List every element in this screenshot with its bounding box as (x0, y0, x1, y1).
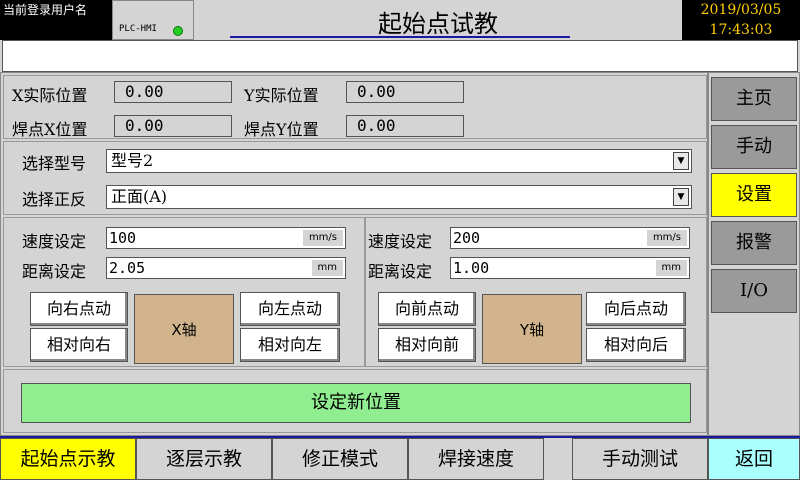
x-actual-label: X实际位置 (12, 86, 88, 105)
status-led-icon (173, 26, 183, 36)
nav-home-button[interactable]: 主页 (711, 77, 797, 121)
x-axis-block: X轴 (134, 294, 234, 364)
y-distance-label: 距离设定 (368, 262, 433, 281)
side-label: 选择正反 (22, 190, 87, 209)
title-area: 起始点试教 (194, 0, 682, 40)
page-title: 起始点试教 (378, 10, 498, 38)
y-speed-value: 200 (453, 229, 481, 247)
jog-forward-button[interactable]: 向前点动 (378, 292, 476, 326)
main-panel: X实际位置 0.00 Y实际位置 0.00 焊点X位置 0.00 焊点Y位置 0… (0, 72, 708, 436)
y-actual-label: Y实际位置 (244, 86, 319, 105)
y-speed-input[interactable]: 200 mm/s (450, 227, 690, 249)
weld-x-value[interactable]: 0.00 (114, 115, 232, 137)
jog-left-button[interactable]: 向左点动 (240, 292, 340, 326)
jog-right-button[interactable]: 向右点动 (30, 292, 128, 326)
model-select[interactable]: 型号2 ▼ (106, 149, 692, 173)
back-button[interactable]: 返回 (708, 438, 800, 480)
y-distance-unit: mm (655, 260, 687, 276)
nav-alarm-button[interactable]: 报警 (711, 221, 797, 265)
y-axis-panel: 速度设定 200 mm/s 距离设定 1.00 mm 向前点动 相对向前 Y轴 … (365, 217, 707, 367)
tab-welding-speed[interactable]: 焊接速度 (408, 438, 544, 480)
current-user-label: 当前登录用户名 (0, 0, 112, 40)
model-select-value: 型号2 (111, 151, 154, 170)
relative-back-button[interactable]: 相对向后 (586, 328, 686, 362)
x-actual-value: 0.00 (114, 81, 232, 103)
x-distance-label: 距离设定 (22, 262, 87, 281)
selection-section: 选择型号 型号2 ▼ 选择正反 正面(A) ▼ (3, 141, 707, 215)
datetime-display: 2019/03/05 17:43:03 (682, 0, 800, 40)
model-label: 选择型号 (22, 154, 87, 173)
time-text: 17:43:03 (709, 22, 773, 38)
nav-io-button[interactable]: I/O (711, 269, 797, 313)
relative-forward-button[interactable]: 相对向前 (378, 328, 476, 362)
tab-manual-test[interactable]: 手动测试 (572, 438, 708, 480)
y-distance-input[interactable]: 1.00 mm (450, 257, 690, 279)
nav-settings-button[interactable]: 设置 (711, 173, 797, 217)
jog-back-button[interactable]: 向后点动 (586, 292, 686, 326)
title-underline (230, 36, 570, 38)
side-select-value: 正面(A) (111, 187, 168, 206)
dropdown-arrow-icon[interactable]: ▼ (673, 152, 689, 170)
side-select[interactable]: 正面(A) ▼ (106, 185, 692, 209)
x-speed-label: 速度设定 (22, 232, 87, 251)
bottom-nav: 起始点示教 逐层示教 修正模式 焊接速度 手动测试 返回 (0, 436, 800, 480)
plc-status: PLC-HMI (112, 0, 194, 40)
x-speed-value: 100 (109, 229, 137, 247)
right-nav: 主页 手动 设置 报警 I/O (708, 72, 800, 436)
x-distance-unit: mm (311, 260, 343, 276)
x-axis-panel: 速度设定 100 mm/s 距离设定 2.05 mm 向右点动 相对向右 X轴 … (3, 217, 365, 367)
tab-layer-teach[interactable]: 逐层示教 (136, 438, 272, 480)
y-axis-block: Y轴 (482, 294, 582, 364)
message-bar (2, 40, 798, 72)
dropdown-arrow-icon[interactable]: ▼ (673, 188, 689, 206)
position-section: X实际位置 0.00 Y实际位置 0.00 焊点X位置 0.00 焊点Y位置 0… (3, 75, 707, 139)
x-distance-value: 2.05 (109, 259, 146, 277)
plc-label: PLC-HMI (119, 24, 157, 34)
weld-y-value[interactable]: 0.00 (346, 115, 464, 137)
x-speed-unit: mm/s (302, 230, 343, 246)
y-speed-label: 速度设定 (368, 232, 433, 251)
tab-start-point-teach[interactable]: 起始点示教 (0, 438, 136, 480)
weld-y-label: 焊点Y位置 (244, 120, 319, 139)
tab-correction-mode[interactable]: 修正模式 (272, 438, 408, 480)
x-distance-input[interactable]: 2.05 mm (106, 257, 346, 279)
x-speed-input[interactable]: 100 mm/s (106, 227, 346, 249)
weld-x-label: 焊点X位置 (12, 120, 88, 139)
nav-manual-button[interactable]: 手动 (711, 125, 797, 169)
y-distance-value: 1.00 (453, 259, 490, 277)
set-new-position-button[interactable]: 设定新位置 (21, 383, 691, 423)
relative-left-button[interactable]: 相对向左 (240, 328, 340, 362)
date-text: 2019/03/05 (700, 2, 782, 18)
y-actual-value: 0.00 (346, 81, 464, 103)
y-speed-unit: mm/s (646, 230, 687, 246)
relative-right-button[interactable]: 相对向右 (30, 328, 128, 362)
